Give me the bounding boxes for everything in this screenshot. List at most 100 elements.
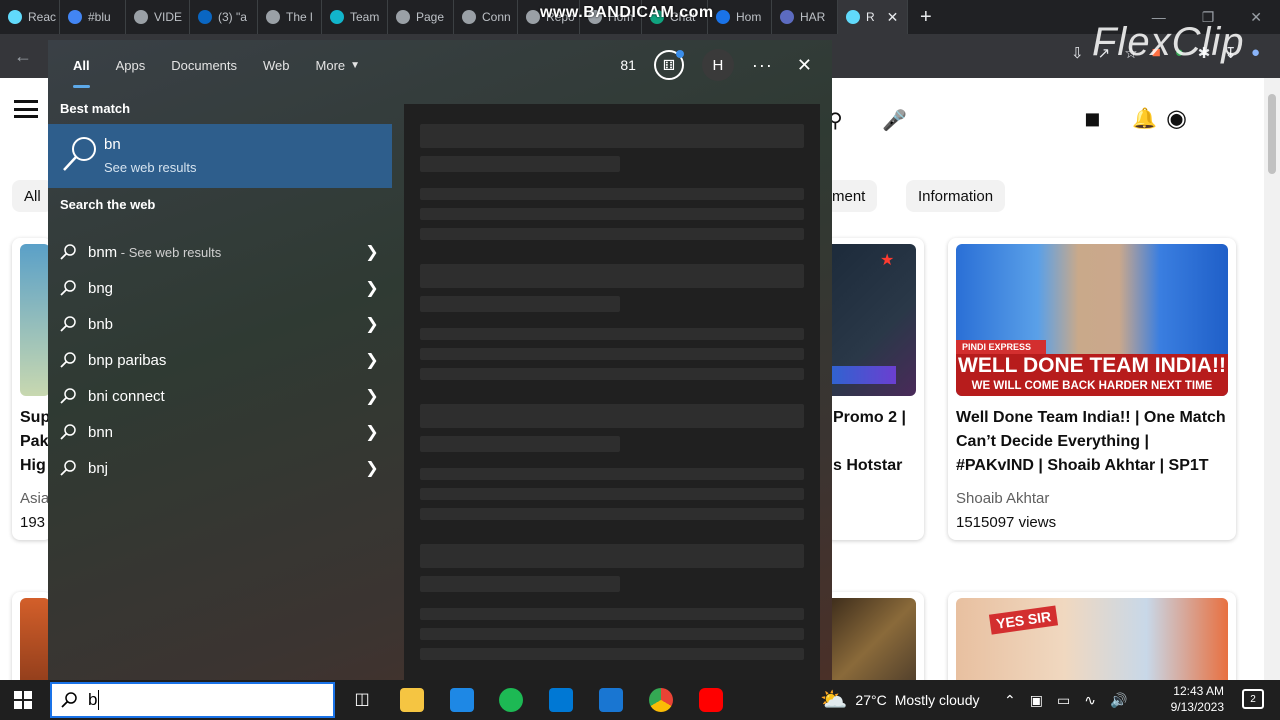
browser-tab[interactable]: Conn [454,0,518,34]
tab-web[interactable]: Web [250,40,303,90]
video-thumbnail[interactable] [826,598,916,692]
video-card[interactable]: Sup Pak Hig Asia 193 [12,238,52,540]
system-clock[interactable]: 12:43 AM 9/13/2023 [1171,683,1224,715]
suggestion-label: bng [88,280,352,297]
video-thumbnail[interactable] [20,598,50,692]
close-icon[interactable]: ✕ [797,55,812,76]
video-card[interactable] [826,592,924,692]
notification-center-icon[interactable]: 2 [1242,689,1264,709]
web-suggestion-item[interactable]: bnp paribas ❯ [48,342,392,378]
browser-tab[interactable]: Page [388,0,454,34]
hamburger-menu-icon[interactable] [14,100,38,118]
chevron-up-icon[interactable]: ⌃ [1004,692,1016,709]
tab-more[interactable]: More ▼ [303,40,374,90]
video-thumbnail[interactable]: PINDI EXPRESS WELL DONE TEAM INDIA!! WE … [956,244,1228,396]
back-icon[interactable]: ← [0,46,46,67]
suggestion-label: bnj [88,460,352,477]
browser-tab[interactable]: HAR [772,0,838,34]
vscode-icon[interactable] [549,688,573,712]
web-suggestion-item[interactable]: bnb ❯ [48,306,392,342]
suggestion-text: bnj [88,459,109,477]
new-tab-button[interactable]: + [908,6,944,29]
wifi-icon[interactable]: ∿ [1084,692,1096,709]
loading-placeholder [420,188,804,200]
search-icon [63,137,96,171]
best-match-subtitle: See web results [104,160,197,175]
video-channel[interactable]: Shoaib Akhtar [956,490,1049,507]
volume-icon[interactable]: 🔊 [1110,692,1127,709]
video-card[interactable]: PINDI EXPRESS WELL DONE TEAM INDIA!! WE … [948,238,1236,540]
tab-all[interactable]: All [60,40,103,90]
windows-start-icon[interactable] [14,691,32,709]
tab-favicon-icon [266,10,280,24]
chevron-right-icon[interactable]: ❯ [352,458,392,478]
microphone-icon[interactable]: 🎤 [882,108,907,133]
suggestion-text: bni connect [88,387,165,405]
browser-tab[interactable]: Team [322,0,388,34]
browser-tab[interactable]: The l [258,0,322,34]
search-web-header: Search the web [60,197,156,212]
web-suggestion-item[interactable]: bnn ❯ [48,414,392,450]
chip-entertainment[interactable]: ment [826,180,878,212]
chevron-right-icon[interactable]: ❯ [352,242,392,262]
video-camera-icon[interactable]: ◼ [1084,106,1101,131]
browser-tab[interactable]: #blu [60,0,126,34]
app-window-icon[interactable] [599,688,623,712]
scrollbar-thumb[interactable] [1268,94,1276,174]
device-icon[interactable]: ▣ [1030,692,1043,709]
search-icon [48,315,88,333]
browser-tab[interactable]: Hom [708,0,772,34]
tab-documents[interactable]: Documents [158,40,250,90]
best-match-item[interactable]: bn See web results [48,124,392,188]
weather-widget[interactable]: ⛅ 27°C Mostly cloudy [820,680,980,720]
chevron-right-icon[interactable]: ❯ [352,314,392,334]
tab-apps[interactable]: Apps [103,40,159,90]
browser-tab[interactable]: (3) "a [190,0,258,34]
chevron-right-icon[interactable]: ❯ [352,386,392,406]
account-avatar[interactable]: H [701,49,734,81]
chrome-icon[interactable] [649,688,673,712]
video-thumbnail[interactable]: ★ [826,244,916,396]
video-thumbnail[interactable]: YES SIR [956,598,1228,692]
web-suggestion-item[interactable]: bnm - See web results ❯ [48,234,392,270]
video-title[interactable]: Well Done Team India!! | One Match Can’t… [956,406,1232,478]
chip-all[interactable]: All [12,180,53,212]
file-explorer-icon[interactable] [400,688,424,712]
close-window-icon[interactable]: ✕ [1250,9,1262,26]
chip-information[interactable]: Information [906,180,1006,212]
thumbnail-badge: PINDI EXPRESS [956,340,1046,354]
web-suggestion-item[interactable]: bnj ❯ [48,450,392,486]
suggestion-label: bni connect [88,388,352,405]
video-thumbnail[interactable] [20,244,50,396]
web-suggestion-item[interactable]: bng ❯ [48,270,392,306]
install-icon[interactable]: ⇩ [1071,44,1084,62]
video-title[interactable]: Sup Pak Hig [20,406,50,478]
battery-icon[interactable]: ▭ [1057,692,1070,709]
more-options-icon[interactable]: ··· [752,55,773,76]
taskbar-search-input[interactable]: b [50,682,335,718]
rewards-trophy-icon[interactable]: ⚅ [653,50,684,80]
suggestion-label: bnp paribas [88,352,352,369]
chevron-right-icon[interactable]: ❯ [352,278,392,298]
browser-tab[interactable]: R ✕ [838,0,908,34]
spotify-icon[interactable] [499,688,523,712]
video-card[interactable] [12,592,52,692]
video-card[interactable]: YES SIR [948,592,1236,692]
browser-tab[interactable]: Reac [0,0,60,34]
account-icon[interactable]: ◉ [1166,104,1187,133]
web-suggestion-item[interactable]: bni connect ❯ [48,378,392,414]
mail-icon[interactable] [450,688,474,712]
page-scrollbar[interactable] [1264,78,1280,680]
loading-placeholder [420,328,804,340]
video-card[interactable]: ★ Promo 2 | s Hotstar [826,238,924,540]
profile-icon[interactable]: ● [1251,44,1260,62]
task-view-icon[interactable]: ◫ [350,688,374,712]
close-tab-icon[interactable]: ✕ [887,9,899,26]
video-title[interactable]: Promo 2 | s Hotstar [833,406,906,478]
youtube-icon[interactable] [699,688,723,712]
tab-more-label: More [315,57,346,73]
bell-icon[interactable]: 🔔 [1132,106,1157,131]
browser-tab[interactable]: VIDE [126,0,190,34]
chevron-right-icon[interactable]: ❯ [352,350,392,370]
chevron-right-icon[interactable]: ❯ [352,422,392,442]
